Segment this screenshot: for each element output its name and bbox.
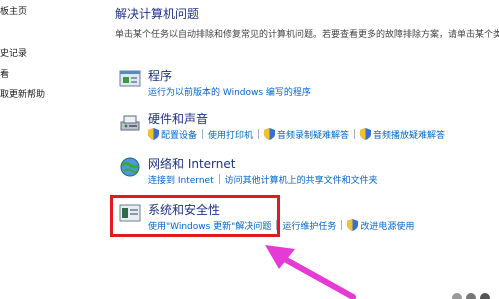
sidebar-item-view[interactable]: 看 <box>0 67 9 80</box>
link-audio-playback-troubleshoot[interactable]: 音频播放疑难解答 <box>373 131 445 141</box>
decorative-circles <box>452 293 490 299</box>
link-audio-recording-troubleshoot[interactable]: 音频录制疑难解答 <box>277 131 349 141</box>
sidebar-item-home[interactable]: 板主页 <box>0 4 27 17</box>
shield-icon <box>360 128 372 140</box>
description-text: 单击某个任务以自动排除和修复常见的计算机问题。若要查看更多的故障排除方案，请单击… <box>115 30 499 40</box>
link-run-maintenance[interactable]: 运行维护任务 <box>282 222 336 232</box>
programs-icon <box>119 70 141 87</box>
page-description: 单击某个任务以自动排除和修复常见的计算机问题。若要查看更多的故障排除方案，请单击… <box>115 27 499 40</box>
separator <box>354 129 356 139</box>
sidebar-item-help[interactable]: 取更新帮助 <box>0 87 45 100</box>
category-links: 配置设备 使用打印机 音频录制疑难解答 音频播放疑难解答 <box>148 128 445 141</box>
highlight-box <box>110 195 280 237</box>
category-title[interactable]: 网络和 Internet <box>148 155 235 172</box>
link-configure-devices[interactable]: 配置设备 <box>161 131 197 141</box>
pointer-arrow-icon <box>265 245 356 299</box>
link-use-printer[interactable]: 使用打印机 <box>208 131 253 141</box>
shield-icon <box>264 128 276 140</box>
category-links: 运行为以前版本的 Windows 编写的程序 <box>148 85 311 98</box>
link-run-old-programs[interactable]: 运行为以前版本的 Windows 编写的程序 <box>148 88 311 98</box>
hardware-sound-icon <box>120 115 140 131</box>
sidebar-item-history[interactable]: 史记录 <box>0 46 27 59</box>
page-title: 解决计算机问题 <box>115 7 200 21</box>
link-connect-internet[interactable]: 连接到 Internet <box>148 176 214 186</box>
shield-icon <box>347 219 359 231</box>
category-title[interactable]: 硬件和声音 <box>148 110 208 127</box>
shield-icon <box>148 128 159 140</box>
separator <box>258 129 260 139</box>
link-access-shared-files[interactable]: 访问其他计算机上的共享文件和文件夹 <box>225 176 378 186</box>
link-improve-power-usage[interactable]: 改进电源使用 <box>360 222 414 232</box>
category-title[interactable]: 程序 <box>148 67 172 84</box>
separator <box>341 220 343 230</box>
separator <box>202 129 204 139</box>
sidebar: 板主页 史记录 看 取更新帮助 <box>0 0 85 299</box>
category-links: 连接到 Internet 访问其他计算机上的共享文件和文件夹 <box>148 173 378 186</box>
separator <box>218 174 220 184</box>
network-icon <box>120 157 140 177</box>
